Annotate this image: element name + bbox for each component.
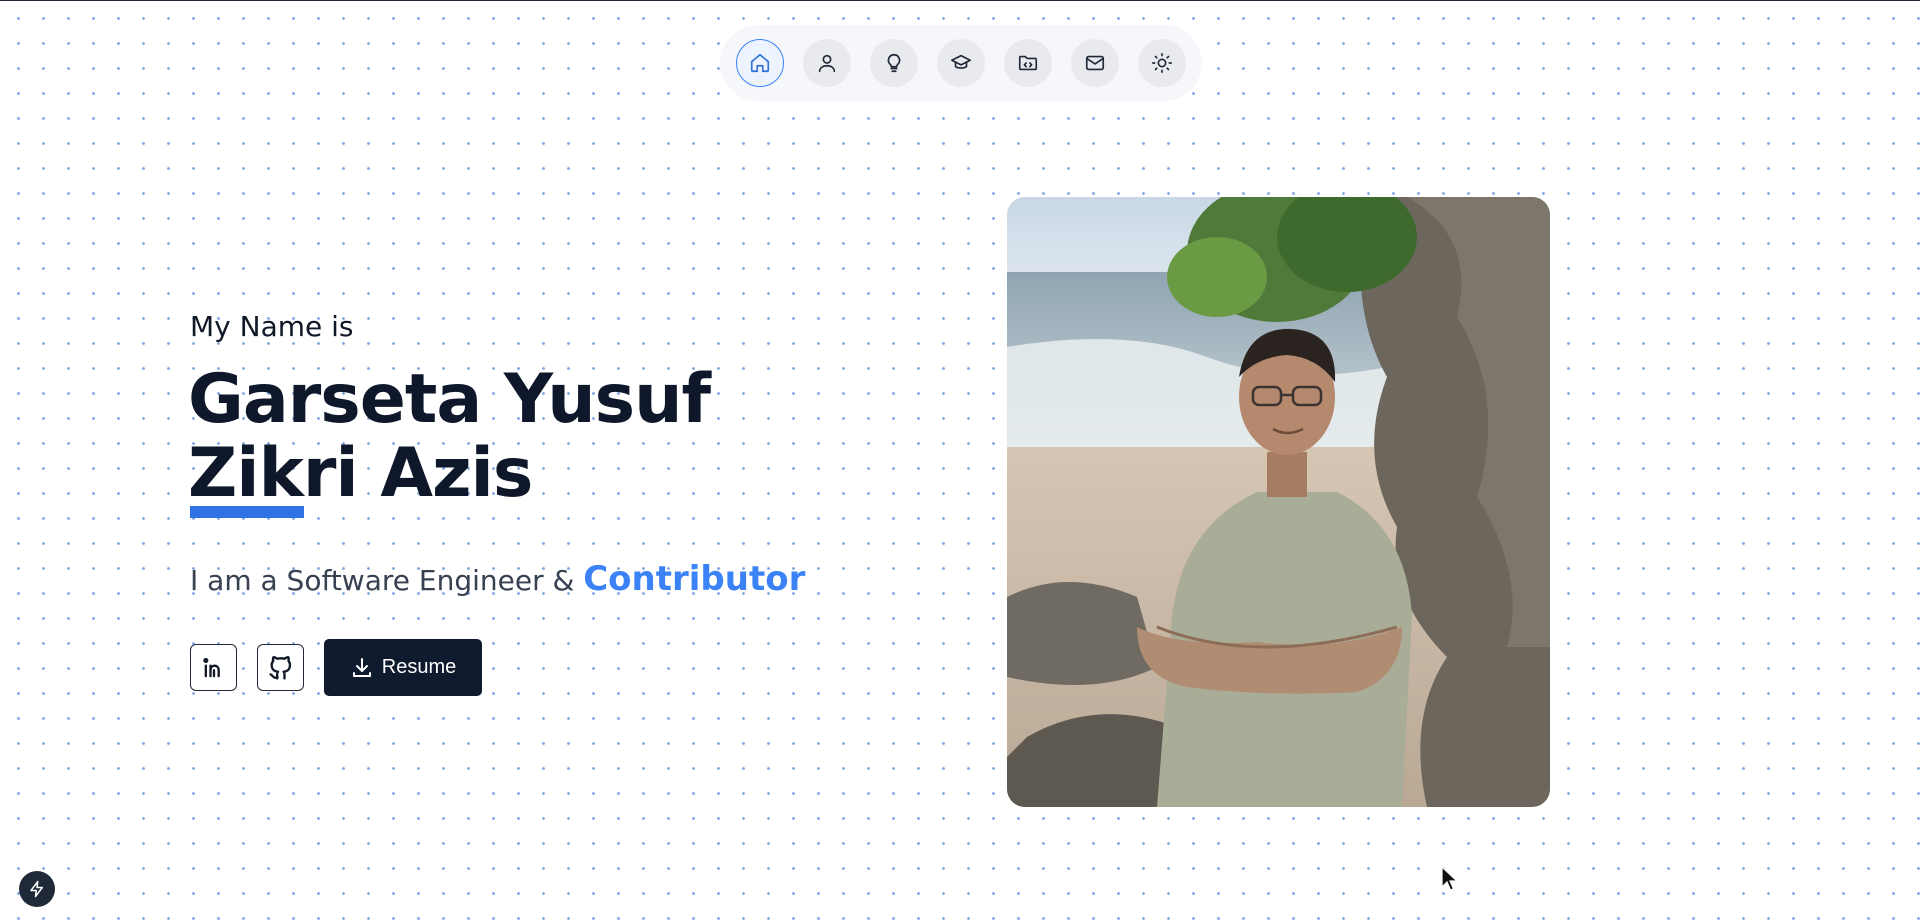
profile-photo bbox=[1007, 197, 1550, 807]
role-highlight: Contributor bbox=[583, 559, 806, 599]
nav-skills-button[interactable] bbox=[870, 39, 918, 87]
nav-education-button[interactable] bbox=[937, 39, 985, 87]
lightbulb-icon bbox=[887, 53, 901, 73]
lightning-icon bbox=[30, 880, 43, 898]
role-text: I am a Software Engineer & Contributor bbox=[190, 559, 805, 599]
download-icon bbox=[352, 657, 371, 677]
home-icon bbox=[750, 53, 770, 73]
hero-actions: Resume bbox=[190, 639, 482, 696]
nav-projects-button[interactable] bbox=[1004, 39, 1052, 87]
resume-label: Resume bbox=[381, 656, 457, 678]
github-button[interactable] bbox=[257, 644, 304, 691]
top-navigation bbox=[720, 25, 1202, 101]
nav-home-button[interactable] bbox=[736, 39, 784, 87]
github-icon bbox=[268, 655, 291, 680]
role-prefix: I am a Software Engineer & bbox=[190, 564, 584, 597]
name-underline bbox=[190, 506, 304, 518]
folder-code-icon bbox=[1018, 55, 1038, 71]
person-name-line-2: Zikri Azis bbox=[188, 434, 533, 513]
person-name: Garseta Yusuf Zikri Azis bbox=[188, 360, 711, 513]
linkedin-icon bbox=[202, 657, 220, 677]
theme-toggle-button[interactable] bbox=[1138, 39, 1186, 87]
graduation-cap-icon bbox=[951, 54, 971, 69]
mail-icon bbox=[1085, 55, 1105, 71]
nav-about-button[interactable] bbox=[803, 39, 851, 87]
intro-text: My Name is bbox=[190, 310, 354, 343]
sun-icon bbox=[1152, 53, 1172, 73]
resume-download-button[interactable]: Resume bbox=[324, 639, 482, 696]
mouse-cursor-icon bbox=[1441, 866, 1459, 891]
person-name-line-1: Garseta Yusuf bbox=[188, 360, 711, 439]
linkedin-button[interactable] bbox=[190, 644, 237, 691]
user-icon bbox=[818, 54, 836, 73]
nav-contact-button[interactable] bbox=[1071, 39, 1119, 87]
dev-tools-badge[interactable] bbox=[19, 871, 55, 907]
